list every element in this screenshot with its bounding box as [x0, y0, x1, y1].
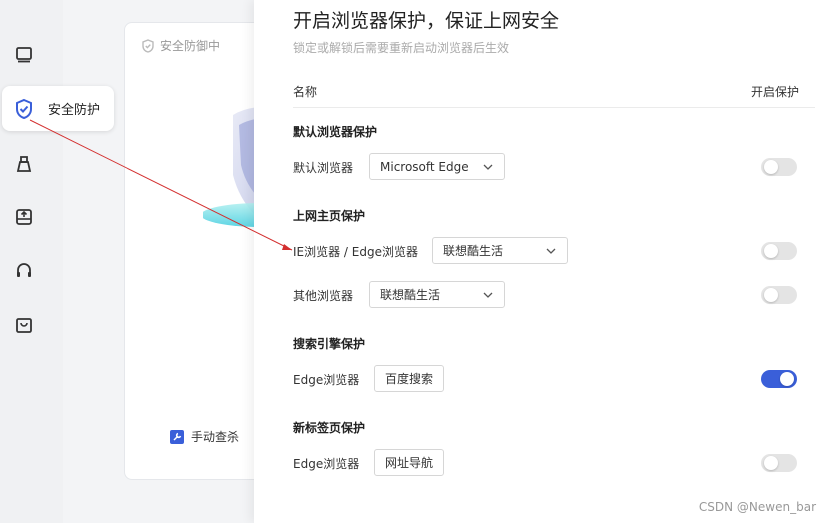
drive-upload-icon[interactable]	[12, 205, 36, 229]
new-tab-toggle[interactable]	[761, 454, 797, 472]
section-title: 上网主页保护	[293, 209, 366, 223]
select-value: 联想酷生活	[380, 288, 441, 302]
chevron-down-icon	[482, 161, 494, 173]
wrench-icon	[170, 429, 184, 444]
default-browser-select[interactable]: Microsoft Edge	[369, 153, 505, 180]
watermark: CSDN @Newen_bar	[698, 500, 816, 514]
sidebar-item-security[interactable]: 安全防护	[2, 86, 114, 131]
security-status-text: 安全防御中	[160, 39, 221, 53]
browser-protection-drawer: 开启浏览器保护，保证上网安全 锁定或解锁后需要重新启动浏览器后生效 名称 开启保…	[254, 0, 830, 523]
other-browser-homepage-select[interactable]: 联想酷生活	[369, 281, 505, 308]
chevron-down-icon	[482, 289, 494, 301]
default-browser-toggle[interactable]	[761, 158, 797, 176]
row-label: 默认浏览器	[293, 161, 354, 175]
row-label: Edge浏览器	[293, 457, 360, 471]
broom-icon[interactable]	[12, 152, 36, 176]
other-browser-homepage-toggle[interactable]	[761, 286, 797, 304]
new-tab-button[interactable]: 网址导航	[374, 449, 445, 476]
column-name: 名称	[293, 85, 318, 99]
chevron-down-icon	[545, 245, 557, 257]
select-value: Microsoft Edge	[380, 159, 469, 174]
divider	[293, 107, 815, 108]
column-header: 名称 开启保护	[293, 83, 799, 100]
shopping-bag-icon[interactable]	[12, 313, 36, 337]
headset-icon[interactable]	[12, 259, 36, 283]
section-title: 默认浏览器保护	[293, 125, 378, 139]
ie-edge-homepage-toggle[interactable]	[761, 242, 797, 260]
security-status-card: 安全防御中 手动查杀	[124, 22, 321, 480]
sidebar	[0, 0, 63, 523]
monitor-icon[interactable]	[12, 43, 36, 67]
search-engine-toggle[interactable]	[761, 370, 797, 388]
section-title: 搜索引擎保护	[293, 337, 366, 351]
row-label: 其他浏览器	[293, 289, 354, 303]
select-value: 联想酷生活	[443, 244, 504, 258]
shield-check-icon	[12, 97, 36, 121]
search-engine-button[interactable]: 百度搜索	[374, 365, 445, 392]
row-label: IE浏览器 / Edge浏览器	[293, 245, 418, 259]
column-protect: 开启保护	[750, 85, 799, 99]
drawer-subtitle: 锁定或解锁后需要重新启动浏览器后生效	[293, 41, 510, 55]
shield-icon	[142, 38, 154, 53]
sidebar-item-label: 安全防护	[48, 103, 101, 118]
manual-scan-label: 手动查杀	[191, 430, 240, 444]
row-label: Edge浏览器	[293, 373, 360, 387]
drawer-title: 开启浏览器保护，保证上网安全	[293, 10, 560, 32]
ie-edge-homepage-select[interactable]: 联想酷生活	[432, 237, 568, 264]
section-title: 新标签页保护	[293, 421, 366, 435]
security-status: 安全防御中	[141, 37, 220, 54]
manual-scan-button[interactable]: 手动查杀	[169, 428, 239, 445]
